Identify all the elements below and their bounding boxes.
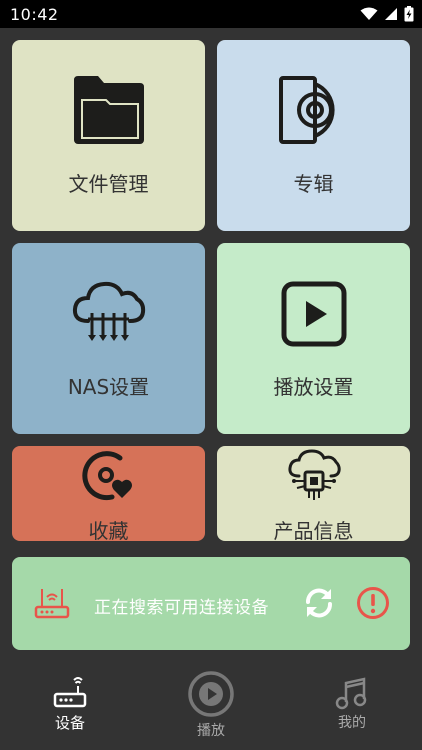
nav-item-device[interactable]: 设备 xyxy=(40,674,100,733)
tile-label: NAS设置 xyxy=(67,375,150,399)
router-icon xyxy=(34,589,70,619)
tile-nas-settings[interactable]: NAS设置 xyxy=(12,243,205,434)
nav-label: 播放 xyxy=(197,723,225,739)
nav-item-mine[interactable]: 我的 xyxy=(322,676,382,732)
tile-label: 产品信息 xyxy=(273,519,354,541)
tile-label: 播放设置 xyxy=(273,375,354,399)
tile-favorites[interactable]: 收藏 xyxy=(12,446,205,541)
refresh-icon[interactable] xyxy=(302,586,336,620)
device-search-bar[interactable]: 正在搜索可用连接设备 xyxy=(12,557,410,650)
wifi-icon xyxy=(360,7,378,20)
nav-label: 设备 xyxy=(54,714,85,732)
nav-label: 我的 xyxy=(338,715,366,731)
status-bar: 10:42 xyxy=(0,0,422,28)
tile-album[interactable]: 专辑 xyxy=(217,40,410,231)
tile-label: 文件管理 xyxy=(68,172,149,196)
disc-heart-icon xyxy=(82,451,132,501)
tile-label: 专辑 xyxy=(293,172,334,196)
status-icons xyxy=(360,6,414,22)
signal-icon xyxy=(385,8,397,20)
nav-item-play[interactable]: 播放 xyxy=(181,670,241,740)
tile-file-management[interactable]: 文件管理 xyxy=(12,40,205,231)
play-square-icon xyxy=(281,281,347,347)
tile-product-info[interactable]: 产品信息 xyxy=(217,446,410,541)
folder-icon xyxy=(74,76,144,144)
cloud-network-icon xyxy=(72,281,146,341)
bottom-nav: 设备 播放 我的 xyxy=(0,662,422,750)
tile-label: 收藏 xyxy=(88,519,129,541)
alert-circle-icon[interactable] xyxy=(356,586,390,620)
battery-icon xyxy=(404,6,414,22)
status-time: 10:42 xyxy=(10,4,59,24)
play-circle-icon xyxy=(188,671,234,717)
cloud-chip-icon xyxy=(288,449,341,500)
album-disc-icon xyxy=(279,76,335,144)
router-icon xyxy=(53,677,87,708)
tile-playback-settings[interactable]: 播放设置 xyxy=(217,243,410,434)
music-note-icon xyxy=(335,677,367,710)
device-search-status: 正在搜索可用连接设备 xyxy=(94,598,269,618)
